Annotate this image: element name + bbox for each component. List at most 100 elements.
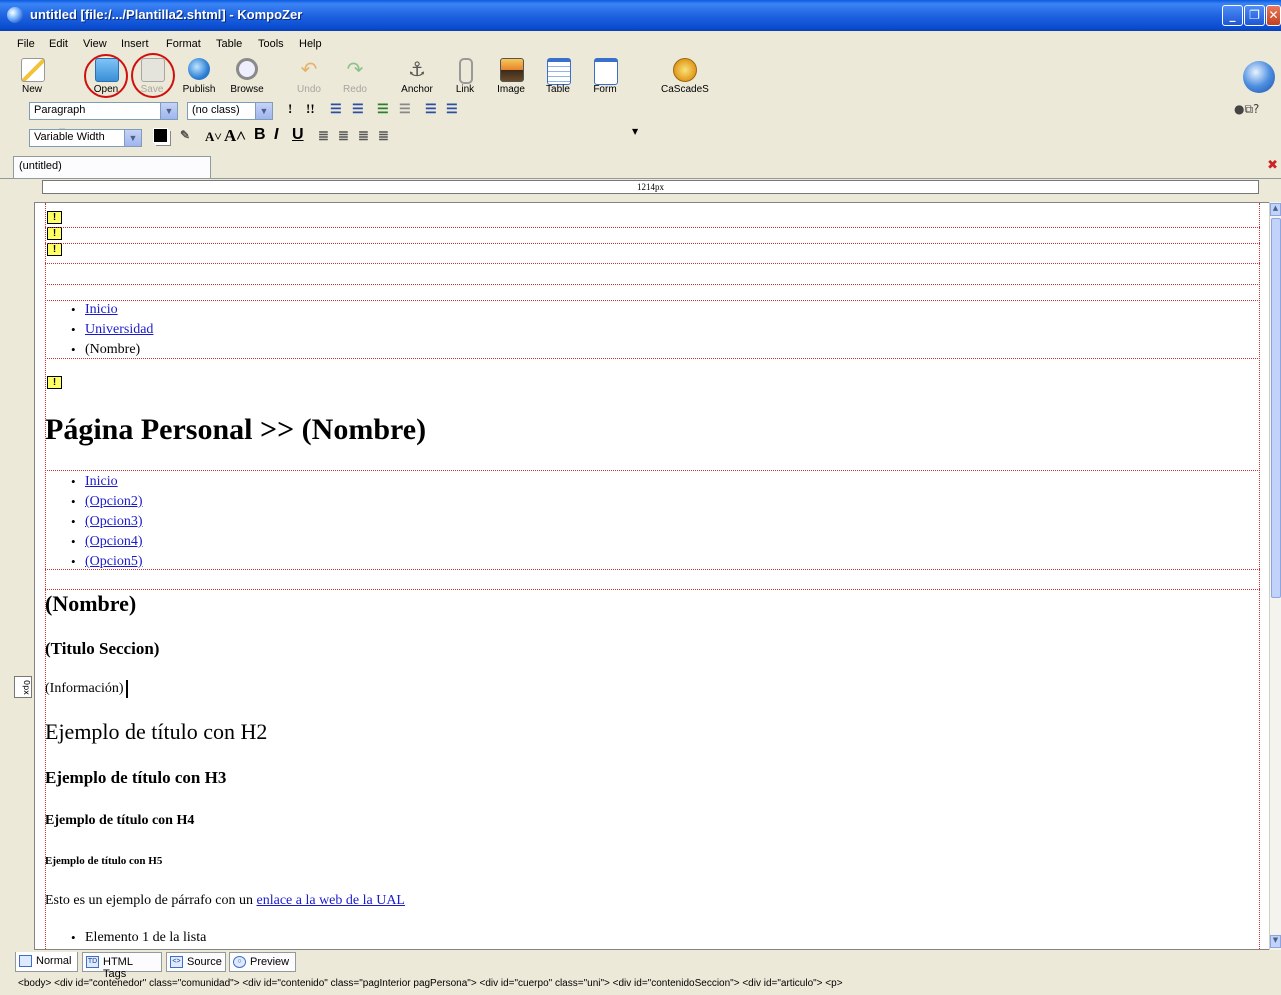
tab-normal[interactable]: Normal bbox=[15, 952, 78, 972]
warning-marker-icon: ! bbox=[47, 211, 62, 224]
h2-example: Ejemplo de título con H2 bbox=[45, 719, 268, 744]
menu-view[interactable]: View bbox=[83, 38, 107, 50]
nav-link-opcion4[interactable]: (Opcion4) bbox=[85, 534, 143, 549]
font-larger-icon[interactable]: A˄ bbox=[224, 126, 246, 146]
highlight-pen-icon[interactable]: ✎ bbox=[180, 128, 190, 143]
breadcrumb-link-universidad[interactable]: Universidad bbox=[85, 322, 153, 337]
align-left-icon[interactable]: ≣ bbox=[318, 128, 329, 144]
throbber-globe-icon bbox=[1243, 61, 1275, 93]
warning-marker-icon: ! bbox=[47, 227, 62, 240]
breadcrumb: Inicio Universidad (Nombre) bbox=[71, 300, 153, 360]
align-right-icon[interactable]: ≣ bbox=[358, 128, 369, 144]
menu-file[interactable]: File bbox=[17, 38, 35, 50]
nav-link-opcion5[interactable]: (Opcion5) bbox=[85, 554, 143, 569]
emphasis-icon[interactable]: !! bbox=[306, 101, 315, 117]
menu-table[interactable]: Table bbox=[216, 38, 242, 50]
table-button[interactable]: Table bbox=[535, 56, 581, 96]
close-button[interactable]: ✕ bbox=[1266, 5, 1281, 26]
link-chain-icon bbox=[459, 58, 473, 84]
edit-mode-bar: Normal TD HTML Tags <> Source ○ Preview bbox=[0, 950, 1281, 980]
info-paragraph[interactable]: (Información) bbox=[45, 680, 128, 698]
breadcrumb-link-inicio[interactable]: Inicio bbox=[85, 302, 118, 317]
strong-emphasis-icon[interactable]: ! bbox=[288, 101, 292, 117]
indent-icon[interactable]: ☰ bbox=[399, 101, 411, 117]
chevron-down-icon: ▼ bbox=[124, 130, 141, 146]
tab-html-tags[interactable]: TD HTML Tags bbox=[82, 952, 162, 980]
nav-link-opcion3[interactable]: (Opcion3) bbox=[85, 514, 143, 529]
new-button[interactable]: New bbox=[9, 56, 55, 96]
underline-button[interactable]: U bbox=[292, 126, 304, 144]
list-item: Inicio bbox=[71, 300, 153, 320]
font-smaller-icon[interactable]: A˅ bbox=[205, 129, 222, 145]
list-item: (Opcion2) bbox=[71, 492, 143, 512]
list-item: (Opcion4) bbox=[71, 532, 143, 552]
menu-tools[interactable]: Tools bbox=[258, 38, 284, 50]
undo-arrow-icon: ↶ bbox=[300, 57, 318, 81]
nav-link-opcion2[interactable]: (Opcion2) bbox=[85, 494, 143, 509]
preview-magnifier-icon: ○ bbox=[233, 956, 246, 968]
document-tab-strip: (untitled) ✖ bbox=[0, 154, 1281, 179]
example-paragraph: Esto es un ejemplo de párrafo con un enl… bbox=[45, 893, 405, 908]
editor-canvas[interactable]: ! ! ! Inicio Universidad (Nombre) ! Pági… bbox=[34, 202, 1270, 950]
form-button[interactable]: Form bbox=[582, 56, 628, 96]
browse-button[interactable]: Browse bbox=[224, 56, 270, 96]
anchor-button[interactable]: ⚓ Anchor bbox=[394, 56, 440, 96]
left-margin-ruler: 0px bbox=[14, 676, 32, 698]
ual-web-link[interactable]: enlace a la web de la UAL bbox=[257, 893, 405, 908]
list-item: Universidad bbox=[71, 320, 153, 340]
window-title: untitled [file:/.../Plantilla2.shtml] - … bbox=[30, 7, 303, 22]
font-select[interactable]: Variable Width ▼ bbox=[29, 129, 142, 147]
vertical-scrollbar[interactable]: ▲ ▼ bbox=[1269, 202, 1281, 950]
name-heading: (Nombre) bbox=[45, 591, 137, 616]
bullet-list-icon[interactable]: ☰ bbox=[352, 101, 364, 117]
window-title-bar: untitled [file:/.../Plantilla2.shtml] - … bbox=[0, 0, 1281, 31]
annotation-circle-save bbox=[131, 53, 175, 98]
align-center-icon[interactable]: ≣ bbox=[338, 128, 349, 144]
bold-button[interactable]: B bbox=[254, 126, 266, 144]
menu-format[interactable]: Format bbox=[166, 38, 201, 50]
table-icon bbox=[547, 58, 571, 85]
scroll-down-icon[interactable]: ▼ bbox=[1270, 935, 1281, 948]
menu-help[interactable]: Help bbox=[299, 38, 322, 50]
definition-term-icon[interactable]: ☰ bbox=[425, 101, 437, 117]
numbered-list-icon[interactable]: ☰ bbox=[330, 101, 342, 117]
tab-untitled[interactable]: (untitled) bbox=[13, 156, 211, 178]
scroll-up-icon[interactable]: ▲ bbox=[1270, 203, 1281, 216]
redo-button[interactable]: ↷ Redo bbox=[332, 56, 378, 96]
form-icon bbox=[594, 58, 618, 85]
close-tab-icon[interactable]: ✖ bbox=[1267, 158, 1278, 173]
menu-bar: File Edit View Insert Format Table Tools… bbox=[0, 35, 1281, 54]
width-ruler: 1214px bbox=[42, 180, 1259, 194]
class-select[interactable]: (no class) ▼ bbox=[187, 102, 273, 120]
outdent-icon[interactable]: ☰ bbox=[377, 101, 389, 117]
chevron-down-icon: ▼ bbox=[160, 103, 177, 119]
breadcrumb-container bbox=[45, 300, 1260, 359]
link-button[interactable]: Link bbox=[442, 56, 488, 96]
nav-link-inicio[interactable]: Inicio bbox=[85, 474, 118, 489]
div-boundary bbox=[45, 263, 1260, 264]
menu-edit[interactable]: Edit bbox=[49, 38, 68, 50]
paragraph-format-select[interactable]: Paragraph ▼ bbox=[29, 102, 178, 120]
format-toolbar-2: Variable Width ▼ ✎ A˅ A˄ B I U ≣ ≣ ≣ ≣ bbox=[0, 125, 1281, 149]
text-cursor bbox=[125, 680, 128, 698]
maximize-button[interactable]: ❐ bbox=[1244, 5, 1265, 26]
tab-preview[interactable]: ○ Preview bbox=[229, 952, 296, 972]
menu-insert[interactable]: Insert bbox=[121, 38, 149, 50]
stylesheet-status-icon: ●⧉? bbox=[1234, 102, 1260, 116]
undo-button[interactable]: ↶ Undo bbox=[286, 56, 332, 96]
italic-button[interactable]: I bbox=[274, 126, 278, 144]
tab-source[interactable]: <> Source bbox=[166, 952, 226, 972]
definition-desc-icon[interactable]: ☰ bbox=[446, 101, 458, 117]
align-justify-icon[interactable]: ≣ bbox=[378, 128, 389, 144]
minimize-button[interactable]: _ bbox=[1222, 5, 1243, 26]
image-button[interactable]: Image bbox=[488, 56, 534, 96]
text-color-icon[interactable] bbox=[153, 128, 168, 143]
scrollbar-thumb[interactable] bbox=[1271, 218, 1281, 598]
redo-arrow-icon: ↷ bbox=[346, 57, 364, 81]
browse-magnifier-icon bbox=[236, 58, 258, 80]
structure-status-bar[interactable]: <body> <div id="contenedor" class="comun… bbox=[0, 978, 1281, 995]
composition-toolbar: New ▼ Open Save Publish Browse ↶ Undo ↷ … bbox=[0, 53, 1281, 136]
publish-button[interactable]: Publish bbox=[176, 56, 222, 96]
section-title: (Titulo Seccion) bbox=[45, 639, 160, 658]
cascades-button[interactable]: CaScadeS bbox=[661, 56, 709, 96]
